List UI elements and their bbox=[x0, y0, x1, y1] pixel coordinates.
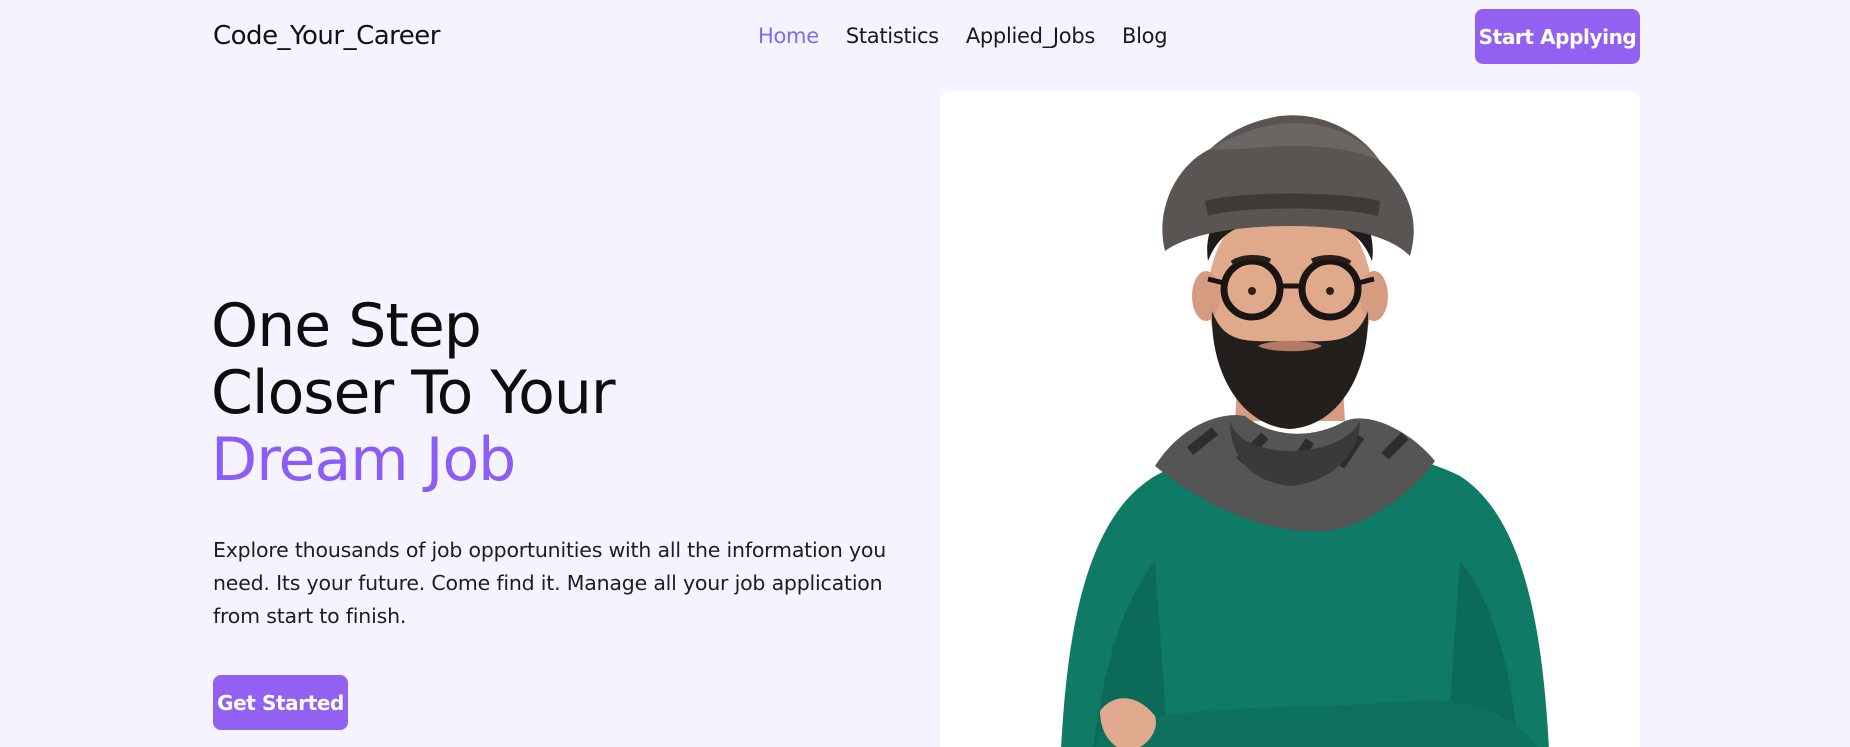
hero-title: One Step Closer To Your Dream Job bbox=[211, 291, 616, 495]
hero-title-line1: One Step bbox=[211, 291, 482, 361]
man-with-hat-illustration bbox=[1061, 115, 1549, 747]
hero-title-accent: Dream Job bbox=[211, 425, 516, 495]
nav-home[interactable]: Home bbox=[758, 24, 819, 48]
hero-title-line2: Closer To Your bbox=[211, 358, 616, 428]
start-applying-button[interactable]: Start Applying bbox=[1475, 9, 1640, 64]
hero-image bbox=[940, 91, 1640, 747]
nav-applied-jobs[interactable]: Applied_Jobs bbox=[966, 24, 1095, 48]
hero-description: Explore thousands of job opportunities w… bbox=[213, 538, 887, 628]
landing-page: Code_Your_Career Home Statistics Applied… bbox=[0, 0, 1850, 747]
get-started-button[interactable]: Get Started bbox=[213, 675, 348, 730]
main-nav: Home Statistics Applied_Jobs Blog bbox=[758, 24, 1168, 48]
brand-logo[interactable]: Code_Your_Career bbox=[213, 21, 440, 51]
nav-blog[interactable]: Blog bbox=[1122, 24, 1168, 48]
nav-statistics[interactable]: Statistics bbox=[846, 24, 939, 48]
